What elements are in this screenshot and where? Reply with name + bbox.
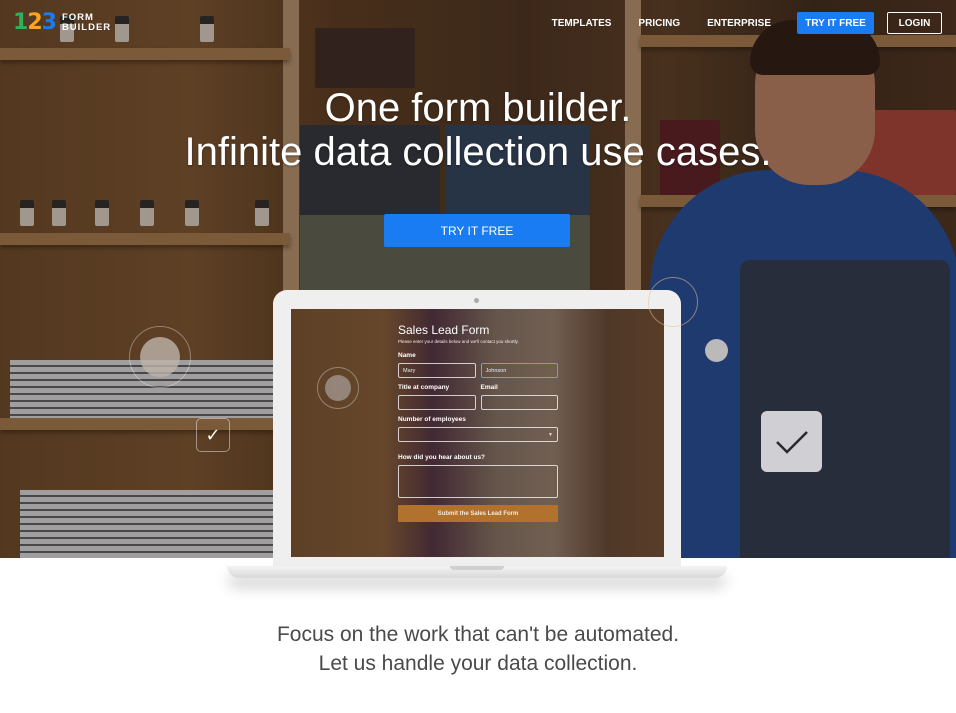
name-label: Name xyxy=(398,352,416,359)
login-button[interactable]: LOGIN xyxy=(887,12,942,34)
hero-headline: One form builder. Infinite data collecti… xyxy=(184,86,772,174)
first-name-input[interactable]: Mary xyxy=(398,363,476,378)
checkmark-outline-icon: ✓ xyxy=(196,418,230,452)
tagline: Focus on the work that can't be automate… xyxy=(276,623,680,675)
decor-ring xyxy=(648,277,698,327)
hero-try-free-button[interactable]: TRY IT FREE xyxy=(384,214,570,247)
chevron-down-icon: ▼ xyxy=(548,432,553,438)
logo[interactable]: 123 FORM BUILDER xyxy=(13,12,111,34)
top-nav: TEMPLATES PRICING ENTERPRISE TRY IT FREE… xyxy=(552,12,942,34)
last-name-input[interactable]: Johnson xyxy=(480,363,558,378)
decor-dot xyxy=(705,339,728,362)
title-label: Title at company xyxy=(398,384,450,391)
form-title: Sales Lead Form xyxy=(398,323,490,337)
sales-lead-form: Sales Lead Form Please enter your detail… xyxy=(398,323,558,522)
logo-wordmark: FORM BUILDER xyxy=(61,12,112,33)
hear-label: How did you hear about us? xyxy=(398,454,486,461)
checkmark-box-icon xyxy=(761,411,822,472)
employees-label: Number of employees xyxy=(398,416,466,423)
title-input[interactable] xyxy=(398,395,476,410)
laptop-camera xyxy=(474,298,479,303)
employees-select[interactable]: ▼ xyxy=(398,427,558,442)
nav-link-enterprise[interactable]: ENTERPRISE xyxy=(707,18,771,29)
checkmark-icon xyxy=(775,430,808,454)
decor-dot xyxy=(140,337,180,377)
form-subtitle: Please enter your details below and we'l… xyxy=(398,339,519,344)
decor-dot xyxy=(325,375,351,401)
nav-try-free-button[interactable]: TRY IT FREE xyxy=(797,12,874,34)
nav-link-templates[interactable]: TEMPLATES xyxy=(552,18,612,29)
laptop-notch xyxy=(450,566,504,570)
submit-button[interactable]: Submit the Sales Lead Form xyxy=(398,505,558,522)
hear-textarea[interactable] xyxy=(398,465,558,498)
nav-link-pricing[interactable]: PRICING xyxy=(638,18,680,29)
logo-mark: 123 xyxy=(13,10,57,35)
email-label: Email xyxy=(480,384,498,391)
email-input[interactable] xyxy=(480,395,558,410)
